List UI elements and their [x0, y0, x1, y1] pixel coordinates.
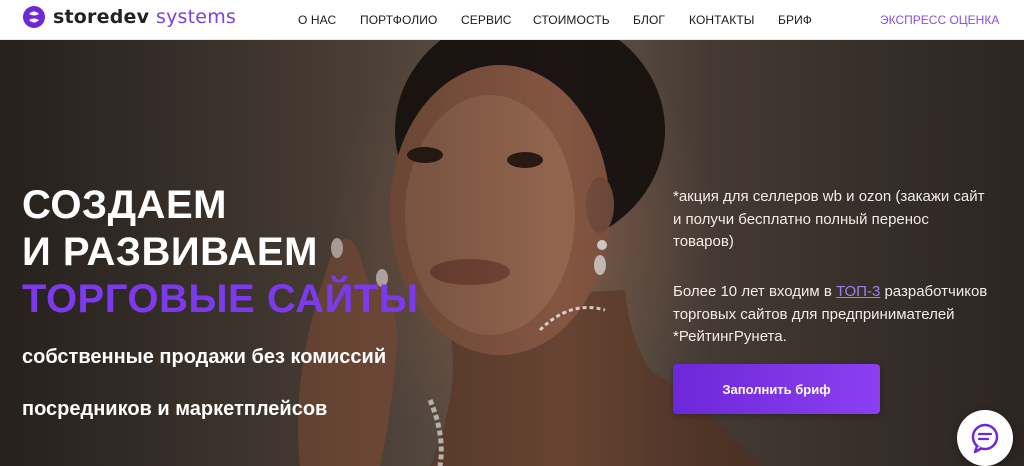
rating-text-before: Более 10 лет входим в [673, 283, 837, 300]
hero-subline-2: посредников и маркетплейсов [22, 398, 328, 420]
nav-about[interactable]: О НАС [298, 13, 336, 27]
headline-line-3: ТОРГОВЫЕ САЙТЫ [22, 277, 419, 321]
brand-name-accent: systems [156, 6, 237, 28]
promo-text: *акция для селлеров wb и ozon (закажи са… [673, 188, 985, 250]
chat-widget-button[interactable] [957, 410, 1013, 466]
top3-link[interactable]: ТОП-3 [836, 283, 880, 300]
chat-bubble-icon [971, 423, 999, 454]
brand-name: storedev systems [53, 6, 236, 28]
headline-line-2: И РАЗВИВАЕМ [22, 230, 318, 274]
express-estimate-link[interactable]: ЭКСПРЕСС ОЦЕНКА [880, 13, 999, 27]
site-header: storedev systems О НАС ПОРТФОЛИО СЕРВИС … [0, 0, 1024, 40]
logo-mark-icon [23, 6, 45, 28]
fill-brief-button[interactable]: Заполнить бриф [673, 364, 880, 414]
nav-contacts[interactable]: КОНТАКТЫ [689, 13, 755, 27]
headline-line-1: СОЗДАЕМ [22, 183, 227, 227]
brand-name-main: storedev [53, 6, 150, 28]
nav-portfolio[interactable]: ПОРТФОЛИО [360, 13, 437, 27]
rating-text: Более 10 лет входим в ТОП-3 разработчико… [673, 281, 993, 349]
nav-brief[interactable]: БРИФ [778, 13, 812, 27]
nav-service[interactable]: СЕРВИС [461, 13, 512, 27]
hero-section: СОЗДАЕМ И РАЗВИВАЕМ ТОРГОВЫЕ САЙТЫ собст… [0, 40, 1024, 466]
brand-logo[interactable]: storedev systems [23, 6, 236, 28]
nav-pricing[interactable]: СТОИМОСТЬ [533, 13, 610, 27]
hero-subline-1: собственные продажи без комиссий [22, 346, 387, 368]
nav-blog[interactable]: БЛОГ [633, 13, 665, 27]
hero-headline: СОЗДАЕМ И РАЗВИВАЕМ ТОРГОВЫЕ САЙТЫ [22, 182, 418, 323]
